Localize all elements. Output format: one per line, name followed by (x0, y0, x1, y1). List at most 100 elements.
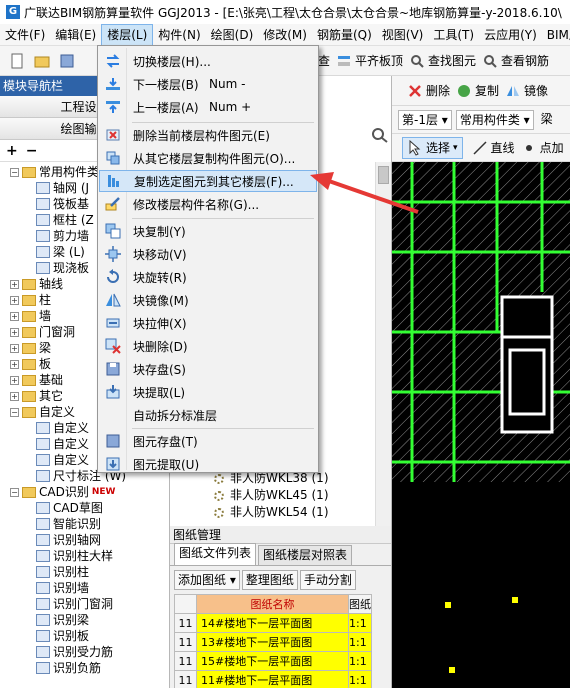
expand-icon[interactable]: + (10, 343, 19, 353)
component-list-scrollbar[interactable] (375, 162, 391, 526)
menu-view[interactable]: 视图(V) (377, 24, 429, 45)
copy-button[interactable]: 复制 (453, 79, 502, 103)
menu-item-auto-split-standard-floor[interactable]: 自动拆分标准层 (99, 404, 317, 426)
mirror-button[interactable]: 镜像 (502, 79, 551, 103)
menu-item-block-move[interactable]: 块移动(V) (99, 243, 317, 265)
find-element-button[interactable]: 查找图元 (406, 49, 479, 73)
menu-item-block-save[interactable]: 块存盘(S) (99, 358, 317, 380)
component-icon (36, 198, 50, 210)
list-item[interactable]: 非人防WKL45 (1) (214, 487, 329, 504)
expand-icon[interactable]: + (10, 327, 19, 337)
app-logo-icon: G (6, 5, 20, 19)
menu-item-label: 图元提取(U) (133, 457, 200, 472)
folder-icon (22, 326, 36, 338)
menu-item-element-extract[interactable]: 图元提取(U) (99, 453, 317, 475)
add-drawing-button[interactable]: 添加图纸 ▾ (174, 570, 240, 590)
line-button[interactable]: 直线 (469, 136, 518, 160)
list-item[interactable]: 非人防WKL54 (1) (214, 504, 329, 521)
tree-item-label: 识别轴网 (53, 533, 102, 547)
tree-item-label: 识别柱 (53, 565, 90, 579)
tree-item[interactable]: CAD草图 (0, 500, 169, 516)
menu-item-switch-floor[interactable]: 切换楼层(H)... (99, 50, 317, 72)
tree-item[interactable]: 识别轴网 (0, 532, 169, 548)
component-icon (36, 582, 50, 594)
search-icon[interactable] (370, 126, 390, 144)
table-row[interactable]: 11 11#楼地下一层平面图 1:1 (174, 670, 372, 688)
table-cell-scale: 1:1 (348, 632, 372, 652)
folder-icon (22, 358, 36, 370)
menu-cloud[interactable]: 云应用(Y) (479, 24, 542, 45)
scrollbar-thumb[interactable] (378, 166, 389, 184)
collapse-icon[interactable]: − (10, 167, 19, 177)
menu-item-next-floor[interactable]: 下一楼层(B) Num - (99, 73, 317, 95)
tree-item[interactable]: 识别柱 (0, 564, 169, 580)
menu-component[interactable]: 构件(N) (153, 24, 205, 45)
menu-tools[interactable]: 工具(T) (428, 24, 479, 45)
open-file-button[interactable] (31, 49, 56, 73)
floor-select-value: 第-1层 (402, 112, 438, 127)
floor-select[interactable]: 第-1层 ▾ (398, 109, 452, 130)
tree-item-label: 墙 (39, 309, 52, 323)
copy-to-floor-icon (108, 175, 119, 187)
menu-item-block-copy[interactable]: 块复制(Y) (99, 220, 317, 242)
table-row[interactable]: 11 14#楼地下一层平面图 1:1 (174, 613, 372, 633)
menu-item-delete-floor-elements[interactable]: 删除当前楼层构件图元(E) (99, 124, 317, 146)
element-save-icon (106, 434, 120, 448)
menu-rebar-quantity[interactable]: 钢筋量(Q) (312, 24, 377, 45)
expand-icon[interactable]: + (10, 359, 19, 369)
component-select[interactable]: 梁 (538, 110, 556, 130)
tree-item[interactable]: 识别梁 (0, 612, 169, 628)
organize-drawing-button[interactable]: 整理图纸 (241, 570, 298, 590)
menu-bim[interactable]: BIM应 (542, 24, 570, 45)
tree-item[interactable]: 识别柱大样 (0, 548, 169, 564)
menu-item-prev-floor[interactable]: 上一楼层(A) Num + (99, 96, 317, 118)
menu-file[interactable]: 文件(F) (0, 24, 50, 45)
component-type-select[interactable]: 常用构件类 ▾ (455, 109, 534, 130)
expand-icon[interactable]: + (10, 311, 19, 321)
tree-item[interactable]: 识别受力筋 (0, 644, 169, 660)
component-icon (36, 598, 50, 610)
menu-item-block-mirror[interactable]: 块镜像(M) (99, 289, 317, 311)
expand-icon[interactable]: + (10, 375, 19, 385)
expand-icon[interactable]: + (10, 391, 19, 401)
menu-item-copy-to-other-floor[interactable]: 复制选定图元到其它楼层(F)... (99, 170, 317, 192)
collapse-icon[interactable]: − (10, 407, 19, 417)
tree-item[interactable]: 智能识别 (0, 516, 169, 532)
menu-item-copy-from-other-floor[interactable]: 从其它楼层复制构件图元(O)... (99, 147, 317, 169)
mirror-label: 镜像 (524, 84, 549, 98)
menu-item-element-save[interactable]: 图元存盘(T) (99, 430, 317, 452)
select-button[interactable]: 选择 ▾ (402, 136, 463, 159)
tree-item[interactable]: 识别门窗洞 (0, 596, 169, 612)
tree-item[interactable]: − CAD识别 NEW (0, 484, 169, 500)
tab-drawing-file-list[interactable]: 图纸文件列表 (174, 543, 257, 565)
new-file-button[interactable] (6, 49, 31, 73)
menu-floor[interactable]: 楼层(L) (101, 24, 154, 45)
menu-item-block-delete[interactable]: 块删除(D) (99, 335, 317, 357)
menu-item-block-stretch[interactable]: 块拉伸(X) (99, 312, 317, 334)
table-row[interactable]: 11 15#楼地下一层平面图 1:1 (174, 651, 372, 671)
menu-modify[interactable]: 修改(M) (258, 24, 312, 45)
menu-item-block-rotate[interactable]: 块旋转(R) (99, 266, 317, 288)
tree-item[interactable]: 识别负筋 (0, 660, 169, 676)
tree-item-label: 识别负筋 (53, 661, 102, 675)
expand-icon[interactable]: + (10, 295, 19, 305)
tab-drawing-floor-map[interactable]: 图纸楼层对照表 (258, 545, 353, 565)
save-button[interactable] (56, 49, 81, 73)
view-rebar-button[interactable]: 查看钢筋 (479, 49, 552, 73)
table-row[interactable]: 11 13#楼地下一层平面图 1:1 (174, 632, 372, 652)
menu-item-block-extract[interactable]: 块提取(L) (99, 381, 317, 403)
manual-split-button[interactable]: 手动分割 (299, 570, 356, 590)
collapse-icon[interactable]: − (10, 487, 19, 497)
delete-button[interactable]: 删除 (404, 79, 453, 103)
menu-item-rename-floor-component[interactable]: 修改楼层构件名称(G)... (99, 193, 317, 215)
menu-edit[interactable]: 编辑(E) (50, 24, 101, 45)
collapse-all-icon[interactable]: − (26, 143, 38, 159)
align-slab-top-button[interactable]: 平齐板顶 (333, 49, 406, 73)
menu-draw[interactable]: 绘图(D) (206, 24, 259, 45)
point-add-button[interactable]: 点加 (518, 136, 567, 160)
drawing-canvas[interactable] (392, 162, 570, 688)
expand-all-icon[interactable]: + (6, 143, 18, 159)
tree-item[interactable]: 识别板 (0, 628, 169, 644)
tree-item[interactable]: 识别墙 (0, 580, 169, 596)
expand-icon[interactable]: + (10, 279, 19, 289)
